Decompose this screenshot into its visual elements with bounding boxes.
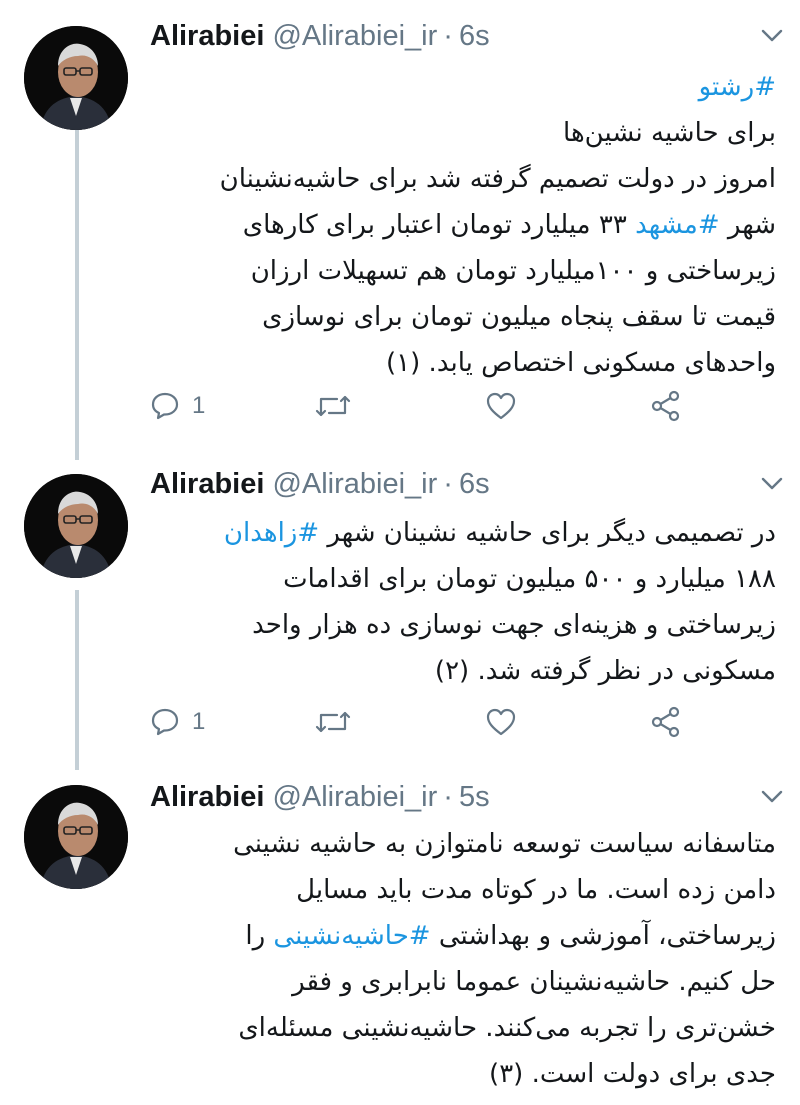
hashtag-link[interactable]: #حاشیه‌نشینی xyxy=(273,921,430,951)
tweet-text-line: زیرساختی و هزینه‌ای جهت نوسازی ده هزار و… xyxy=(150,602,776,648)
author-name[interactable]: Alirabiei xyxy=(150,781,264,814)
separator: · xyxy=(443,19,453,52)
author-handle[interactable]: @Alirabiei_ir xyxy=(272,781,437,814)
reply-count: 1 xyxy=(192,392,206,419)
chevron-down-icon[interactable] xyxy=(754,779,790,815)
tweet[interactable]: Alirabiei @Alirabiei_ir · 6s در تصمیمی د… xyxy=(0,462,800,762)
reply-button[interactable]: 1 xyxy=(150,702,205,742)
hashtag-link[interactable]: #مشهد xyxy=(635,210,720,240)
avatar[interactable] xyxy=(24,785,128,889)
author-name[interactable]: Alirabiei xyxy=(150,20,264,53)
text-segment: شهر xyxy=(719,210,776,240)
retweet-icon xyxy=(315,395,351,417)
like-button[interactable] xyxy=(485,702,517,742)
timestamp[interactable]: 6s xyxy=(459,20,490,53)
text-segment: امروز در دولت تصمیم گرفته شد برای حاشیه‌… xyxy=(219,164,776,194)
separator: · xyxy=(443,780,453,813)
tweet-text-line: جدی برای دولت است. (۳) xyxy=(150,1051,776,1097)
text-segment: خشن‌تری را تجربه می‌کنند. حاشیه‌نشینی مس… xyxy=(238,1013,776,1043)
separator: · xyxy=(443,467,453,500)
text-segment: قیمت تا سقف پنجاه میلیون تومان برای نوسا… xyxy=(262,302,776,332)
text-segment: جدی برای دولت است. (۳) xyxy=(489,1059,776,1089)
retweet-icon xyxy=(315,711,351,733)
tweet-text-line: حل کنیم. حاشیه‌نشینان عموما نابرابری و ف… xyxy=(150,959,776,1005)
author-handle[interactable]: @Alirabiei_ir xyxy=(272,20,437,53)
author-name[interactable]: Alirabiei xyxy=(150,468,264,501)
hashtag-link[interactable]: #زاهدان xyxy=(224,518,319,548)
tweet-text-line: خشن‌تری را تجربه می‌کنند. حاشیه‌نشینی مس… xyxy=(150,1005,776,1051)
tweet-text-line: ۱۸۸ میلیارد و ۵۰۰ میلیون تومان برای اقدا… xyxy=(150,556,776,602)
avatar[interactable] xyxy=(24,26,128,130)
text-segment: ۱۸۸ میلیارد و ۵۰۰ میلیون تومان برای اقدا… xyxy=(283,564,776,594)
heart-icon xyxy=(486,708,516,736)
tweet-text-line: واحدهای مسکونی اختصاص یابد. (۱) xyxy=(150,340,776,386)
share-icon xyxy=(651,706,680,738)
text-segment: زیرساختی، آموزشی و بهداشتی xyxy=(430,921,776,951)
tweet-text-line: متاسفانه سیاست توسعه نامتوازن به حاشیه ن… xyxy=(150,821,776,867)
text-segment: متاسفانه سیاست توسعه نامتوازن به حاشیه ن… xyxy=(233,829,776,859)
retweet-button[interactable] xyxy=(315,702,351,742)
reply-icon xyxy=(151,708,179,736)
reply-icon xyxy=(151,392,179,420)
text-segment: زیرساختی و هزینه‌ای جهت نوسازی ده هزار و… xyxy=(252,610,776,640)
text-segment: برای حاشیه نشین‌ها xyxy=(563,118,776,148)
text-segment: ۳۳ میلیارد تومان اعتبار برای کارهای xyxy=(242,210,636,240)
text-segment: را xyxy=(245,921,274,951)
author-handle[interactable]: @Alirabiei_ir xyxy=(272,468,437,501)
tweet-header: Alirabiei @Alirabiei_ir · 5s xyxy=(150,775,780,819)
action-bar: 1 xyxy=(150,702,710,742)
timestamp[interactable]: 5s xyxy=(459,781,490,814)
text-segment: دامن زده است. ما در کوتاه مدت باید مسایل xyxy=(296,875,776,905)
avatar-image xyxy=(24,785,128,889)
tweet-text-line: #رشتو xyxy=(150,64,776,110)
chevron-down-icon[interactable] xyxy=(754,466,790,502)
tweet-text-line: برای حاشیه نشین‌ها xyxy=(150,110,776,156)
tweet-text-line: قیمت تا سقف پنجاه میلیون تومان برای نوسا… xyxy=(150,294,776,340)
text-segment: در تصمیمی دیگر برای حاشیه نشینان شهر xyxy=(319,518,776,548)
chevron-down-icon[interactable] xyxy=(754,18,790,54)
tweet-header: Alirabiei @Alirabiei_ir · 6s xyxy=(150,462,780,506)
reply-count: 1 xyxy=(192,708,206,735)
tweet-header: Alirabiei @Alirabiei_ir · 6s xyxy=(150,14,780,58)
tweet-text-line: زیرساختی و ۱۰۰میلیارد تومان هم تسهیلات ا… xyxy=(150,248,776,294)
share-button[interactable] xyxy=(650,702,682,742)
hashtag-link[interactable]: #رشتو xyxy=(699,72,776,102)
like-button[interactable] xyxy=(485,386,517,426)
reply-button[interactable]: 1 xyxy=(150,386,205,426)
avatar-image xyxy=(24,474,128,578)
text-segment: حل کنیم. حاشیه‌نشینان عموما نابرابری و ف… xyxy=(292,967,776,997)
timestamp[interactable]: 6s xyxy=(459,468,490,501)
avatar-image xyxy=(24,26,128,130)
text-segment: زیرساختی و ۱۰۰میلیارد تومان هم تسهیلات ا… xyxy=(250,256,776,286)
text-segment: واحدهای مسکونی اختصاص یابد. (۱) xyxy=(386,348,776,378)
tweet-text: متاسفانه سیاست توسعه نامتوازن به حاشیه ن… xyxy=(150,821,776,1097)
tweet[interactable]: Alirabiei @Alirabiei_ir · 6s #رشتو برای ح… xyxy=(0,14,800,444)
tweet-text: در تصمیمی دیگر برای حاشیه نشینان شهر #زا… xyxy=(150,510,776,694)
avatar[interactable] xyxy=(24,474,128,578)
heart-icon xyxy=(486,392,516,420)
tweet[interactable]: Alirabiei @Alirabiei_ir · 5s متاسفانه سی… xyxy=(0,775,800,1105)
tweet-text-line: در تصمیمی دیگر برای حاشیه نشینان شهر #زا… xyxy=(150,510,776,556)
tweet-text-line: دامن زده است. ما در کوتاه مدت باید مسایل xyxy=(150,867,776,913)
share-button[interactable] xyxy=(650,386,682,426)
tweet-text-line: امروز در دولت تصمیم گرفته شد برای حاشیه‌… xyxy=(150,156,776,202)
tweet-text-line: زیرساختی، آموزشی و بهداشتی #حاشیه‌نشینی … xyxy=(150,913,776,959)
action-bar: 1 xyxy=(150,386,710,426)
text-segment: مسکونی در نظر گرفته شد. (۲) xyxy=(434,656,776,686)
tweet-text-line: مسکونی در نظر گرفته شد. (۲) xyxy=(150,648,776,694)
share-icon xyxy=(651,390,680,422)
tweet-text: #رشتو برای حاشیه نشین‌ها امروز در دولت تصم… xyxy=(150,64,776,386)
retweet-button[interactable] xyxy=(315,386,351,426)
tweet-text-line: شهر #مشهد ۳۳ میلیارد تومان اعتبار برای ک… xyxy=(150,202,776,248)
